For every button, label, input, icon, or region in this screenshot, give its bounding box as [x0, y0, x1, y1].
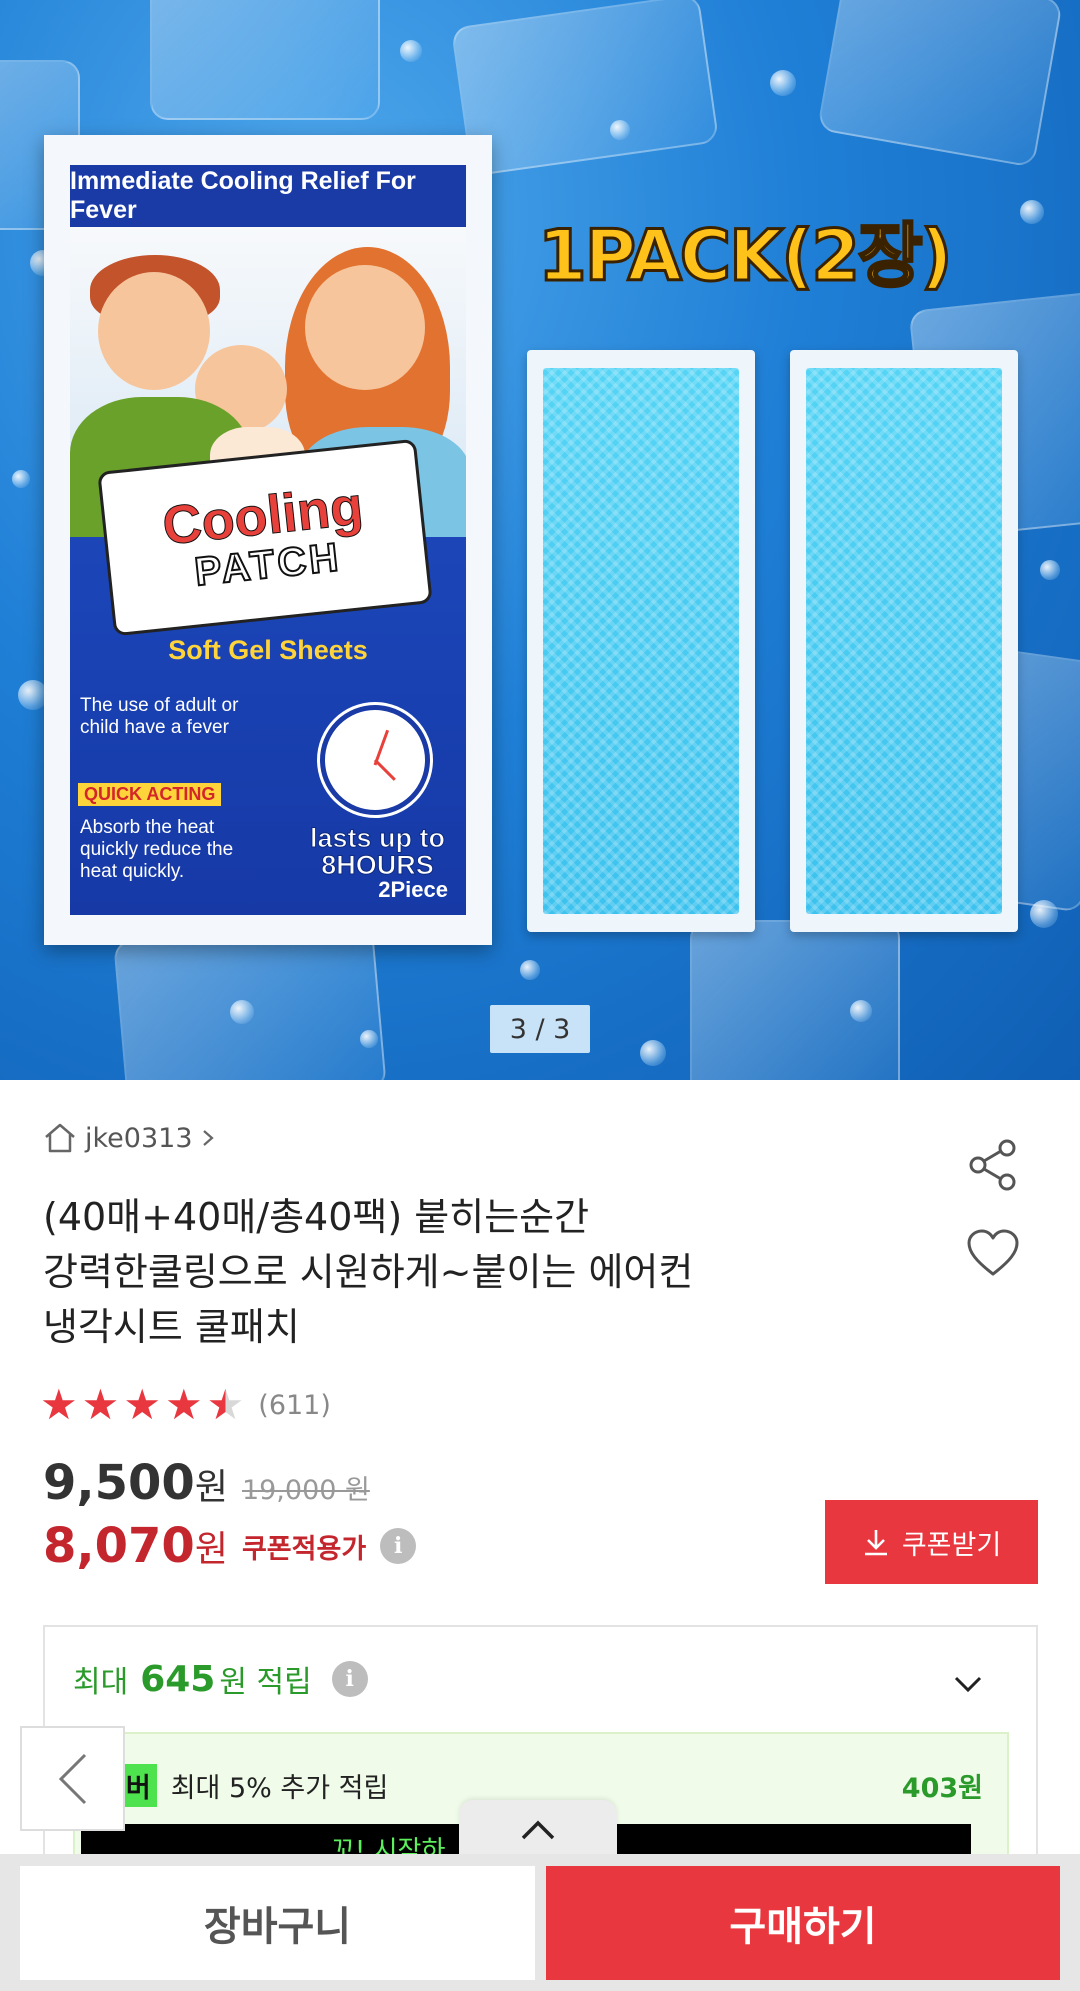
chevron-right-icon	[202, 1130, 214, 1146]
gel-sheet	[790, 350, 1018, 932]
piece-count: 2Piece	[378, 877, 448, 902]
star-icon: ★	[81, 1380, 120, 1429]
product-title: (40매+40매/총40팩) 붙히는순간 강력한쿨링으로 시원하게~붙이는 에어…	[43, 1190, 823, 1355]
share-icon[interactable]	[966, 1138, 1020, 1192]
usage-text: The use of adult or child have a fever	[80, 695, 239, 738]
water-drop-decor	[850, 1000, 872, 1022]
promo-title: 1PACK(2장)	[536, 214, 953, 299]
seller-name: jke0313	[85, 1122, 193, 1154]
gel-pattern	[806, 368, 1002, 914]
product-title-line: (40매+40매/총40팩) 붙히는순간	[43, 1195, 590, 1239]
rating[interactable]: ★ ★ ★ ★ ★ (611)	[40, 1384, 331, 1426]
cooling-patch-logo: Cooling PATCH	[97, 438, 433, 637]
chevron-down-icon[interactable]	[953, 1669, 983, 1699]
home-icon	[45, 1123, 75, 1153]
star-icon: ★	[164, 1380, 203, 1429]
water-drop-decor	[360, 1030, 378, 1048]
review-count: (611)	[258, 1389, 331, 1421]
info-icon[interactable]: i	[380, 1528, 417, 1564]
quick-acting-label: QUICK ACTING	[78, 783, 222, 806]
points-header[interactable]: 최대 645 원 적립 i	[73, 1657, 368, 1701]
points-suffix: 원 적립	[219, 1665, 312, 1700]
star-icon: ★	[123, 1380, 161, 1429]
water-drop-decor	[12, 470, 30, 488]
lasts-line1: lasts up to	[309, 823, 445, 853]
coupon-price-unit: 원	[194, 1529, 228, 1570]
member-points-amount: 403원	[901, 1773, 983, 1804]
points-prefix: 최대	[73, 1665, 129, 1700]
product-image[interactable]: Immediate Cooling Relief For Fever Cooli…	[0, 0, 1080, 1080]
package-header: Immediate Cooling Relief For Fever	[70, 165, 466, 227]
ice-cube-decor	[690, 920, 900, 1080]
water-drop-decor	[1040, 560, 1060, 580]
water-drop-decor	[610, 120, 630, 140]
product-title-line: 냉각시트 쿨패치	[43, 1305, 300, 1349]
points-info-icon[interactable]: i	[331, 1661, 368, 1697]
half-star-icon: ★	[206, 1380, 245, 1429]
lasts-up-to-label: lasts up to 8HOURS	[285, 823, 466, 880]
water-drop-decor	[520, 960, 540, 980]
water-drop-decor	[400, 40, 422, 62]
price-row: 9,500 원 19,000 원	[43, 1455, 370, 1511]
product-package: Immediate Cooling Relief For Fever Cooli…	[44, 135, 492, 945]
chevron-up-icon	[521, 1820, 555, 1840]
image-counter: 3 / 3	[490, 1005, 590, 1053]
gel-sheet	[527, 350, 755, 932]
member-points-text: 최대 5% 추가 적립	[170, 1773, 389, 1804]
water-drop-decor	[770, 70, 796, 96]
ice-cube-decor	[816, 0, 1064, 168]
star-icon: ★	[40, 1380, 78, 1429]
previous-button[interactable]	[20, 1726, 125, 1831]
get-coupon-button[interactable]: 쿠폰받기	[825, 1500, 1038, 1584]
get-coupon-label: 쿠폰받기	[901, 1529, 1002, 1560]
face-illustration	[305, 265, 425, 390]
coupon-price: 8,070	[43, 1518, 195, 1574]
package-subtitle: Soft Gel Sheets	[168, 635, 368, 665]
coupon-price-label: 쿠폰적용가	[241, 1533, 367, 1565]
clock-hand	[373, 758, 396, 781]
collapse-bar-button[interactable]	[459, 1800, 617, 1860]
face-illustration	[98, 272, 210, 390]
water-drop-decor	[1020, 200, 1044, 224]
lasts-line2: 8HOURS	[321, 850, 435, 880]
gel-pattern	[543, 368, 739, 914]
download-icon	[864, 1530, 887, 1556]
seller-link[interactable]: jke0313	[43, 1122, 215, 1154]
chevron-left-icon	[58, 1753, 86, 1804]
bottom-action-bar: 장바구니 구매하기	[0, 1854, 1080, 1991]
price-unit: 원	[194, 1467, 228, 1508]
water-drop-decor	[230, 1000, 254, 1024]
add-to-cart-button[interactable]: 장바구니	[20, 1866, 535, 1980]
ice-cube-decor	[150, 0, 380, 120]
absorb-text: Absorb the heat quickly reduce the heat …	[80, 817, 234, 882]
heart-icon[interactable]	[966, 1228, 1020, 1278]
clock-icon	[320, 705, 430, 815]
original-price: 19,000 원	[241, 1475, 370, 1506]
package-front: Immediate Cooling Relief For Fever Cooli…	[70, 165, 466, 915]
buy-now-button[interactable]: 구매하기	[546, 1866, 1060, 1980]
water-drop-decor	[1030, 900, 1058, 928]
product-title-line: 강력한쿨링으로 시원하게~붙이는 에어컨	[43, 1250, 694, 1294]
member-points-row: 멤버 최대 5% 추가 적립	[95, 1764, 388, 1807]
points-amount: 645	[140, 1658, 216, 1700]
water-drop-decor	[640, 1040, 666, 1066]
coupon-price-row: 8,070 원 쿠폰적용가 i	[43, 1518, 417, 1574]
sale-price: 9,500	[43, 1455, 195, 1511]
